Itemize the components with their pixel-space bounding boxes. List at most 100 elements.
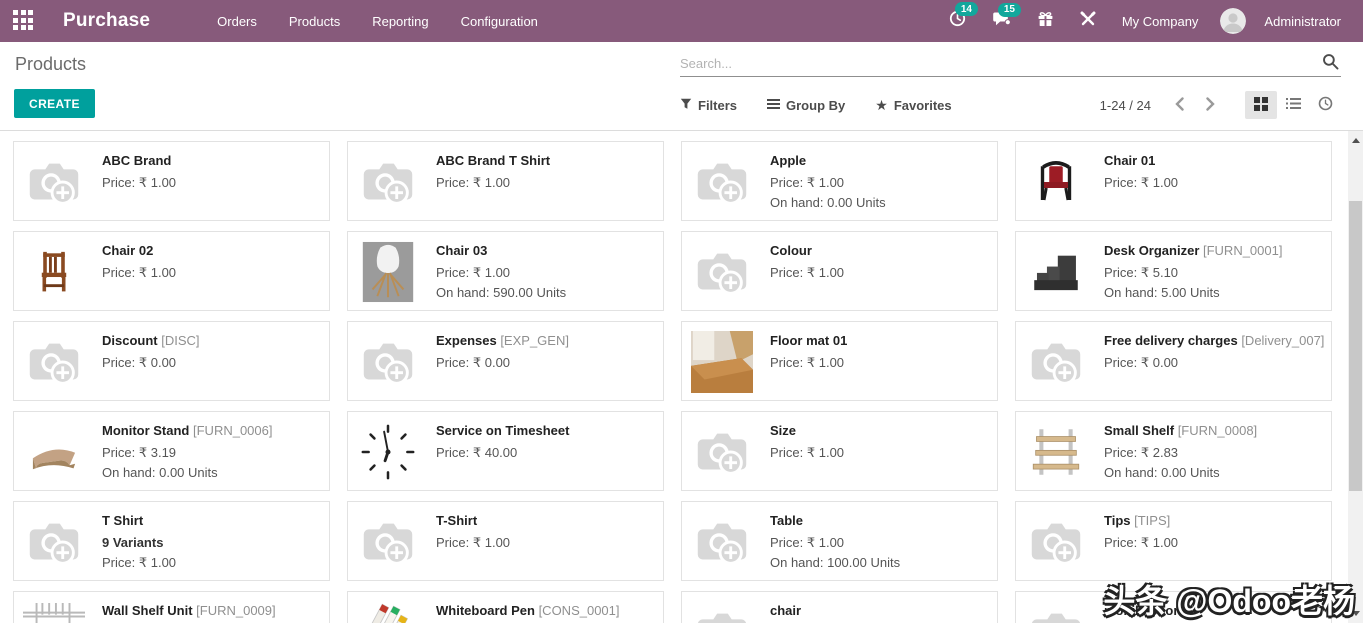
product-card[interactable]: Chair 01 Price: ₹ 1.00 [1015, 141, 1332, 221]
scroll-down-arrow[interactable] [1348, 606, 1363, 621]
product-details: Price: ₹ 1.00 [770, 353, 847, 373]
product-info: Apple Price: ₹ 1.00 On hand: 0.00 Units [762, 142, 892, 220]
menu-reporting[interactable]: Reporting [360, 8, 440, 35]
product-details: Price: ₹ 1.00 On hand: 590.00 Units [436, 263, 566, 303]
product-info: Size Price: ₹ 1.00 [762, 412, 850, 490]
list-view-button[interactable] [1277, 91, 1309, 119]
messages-badge: 15 [997, 2, 1021, 17]
product-info: Table Price: ₹ 1.00 On hand: 100.00 Units [762, 502, 906, 580]
product-card[interactable]: Free delivery charges [Delivery_007] Pri… [1015, 321, 1332, 401]
product-detail-line: On hand: 0.00 Units [770, 195, 886, 210]
avatar[interactable] [1220, 8, 1247, 34]
product-card[interactable]: Small Shelf [FURN_0008] Price: ₹ 2.83 On … [1015, 411, 1332, 491]
list-icon [1285, 97, 1301, 113]
scrollbar-thumb[interactable] [1349, 201, 1362, 491]
product-card[interactable]: Service on Timesheet Price: ₹ 40.00 [347, 411, 664, 491]
product-grid: ABC Brand Price: ₹ 1.00 ABC Brand T Shir… [13, 141, 1332, 623]
product-title: Monitor Stand [FURN_0006] [102, 423, 273, 438]
app-title[interactable]: Purchase [63, 10, 150, 32]
menu-configuration[interactable]: Configuration [449, 8, 550, 35]
product-title: Floor mat 01 [770, 333, 848, 348]
product-title: Free delivery charges [Delivery_007] [1104, 333, 1325, 348]
product-card[interactable]: Wall Shelf Unit [FURN_0009] [13, 591, 330, 623]
favorites-button[interactable]: ★ Favorites [875, 98, 951, 113]
product-detail-line: Price: ₹ 3.19 [102, 445, 177, 460]
filters-button[interactable]: Filters [680, 98, 737, 113]
product-details: Price: ₹ 3.19 On hand: 0.00 Units [102, 443, 272, 483]
product-info: Whiteboard Pen [CONS_0001] [428, 592, 626, 623]
chevron-right-icon [1206, 96, 1215, 114]
rewards-button[interactable] [1029, 6, 1062, 36]
product-card[interactable]: Whiteboard Pen [CONS_0001] [347, 591, 664, 623]
product-title: Chair 03 [436, 243, 488, 258]
product-detail-line: Price: ₹ 1.00 [1104, 535, 1179, 550]
search-input[interactable] [680, 55, 1320, 71]
product-details: Price: ₹ 1.00 [436, 533, 510, 553]
menu-products[interactable]: Products [277, 8, 352, 35]
product-card[interactable]: Chair 03 Price: ₹ 1.00 On hand: 590.00 Un… [347, 231, 664, 311]
product-card[interactable]: mobile phone [1015, 591, 1332, 623]
product-detail-line: Price: ₹ 2.83 [1104, 445, 1179, 460]
product-details: Price: ₹ 1.00 [770, 443, 844, 463]
pager-next-button[interactable] [1198, 93, 1223, 118]
favorites-label: Favorites [893, 97, 952, 113]
scroll-up-arrow[interactable] [1348, 133, 1363, 148]
product-detail-line: Price: ₹ 1.00 [770, 535, 845, 550]
groupby-label: Group By [786, 97, 846, 113]
desk-organizer-image [1024, 240, 1088, 304]
product-card[interactable]: ABC Brand Price: ₹ 1.00 [13, 141, 330, 221]
activity-view-button[interactable] [1309, 91, 1341, 119]
pager-previous-button[interactable] [1167, 93, 1192, 118]
product-card[interactable]: chair [681, 591, 998, 623]
product-card[interactable]: T Shirt 9 Variants Price: ₹ 1.00 [13, 501, 330, 581]
product-detail-line: Price: ₹ 1.00 [102, 265, 177, 280]
company-switcher[interactable]: My Company [1114, 10, 1207, 33]
messages-button[interactable]: 15 [984, 2, 1021, 36]
product-title: Colour [770, 243, 812, 258]
filters-label: Filters [698, 97, 738, 113]
tools-button[interactable] [1072, 7, 1104, 36]
product-card[interactable]: Discount [DISC] Price: ₹ 0.00 [13, 321, 330, 401]
product-card[interactable]: ABC Brand T Shirt Price: ₹ 1.00 [347, 141, 664, 221]
product-details: Price: ₹ 5.10 On hand: 5.00 Units [1104, 263, 1282, 303]
product-details: Price: ₹ 1.00 [102, 263, 176, 283]
floor-mat-image [690, 330, 754, 394]
small-shelf-image [1024, 420, 1088, 484]
product-card[interactable]: Desk Organizer [FURN_0001] Price: ₹ 5.10… [1015, 231, 1332, 311]
top-bar: Purchase Orders Products Reporting Confi… [0, 0, 1363, 42]
camera-placeholder-icon [690, 600, 754, 623]
product-card[interactable]: Table Price: ₹ 1.00 On hand: 100.00 Units [681, 501, 998, 581]
product-card[interactable]: Colour Price: ₹ 1.00 [681, 231, 998, 311]
activities-button[interactable]: 14 [941, 2, 978, 36]
product-title: Tips [TIPS] [1104, 513, 1171, 528]
chevron-left-icon [1175, 96, 1184, 114]
kanban-view-button[interactable] [1245, 91, 1277, 119]
camera-placeholder-icon [1024, 330, 1088, 394]
product-card[interactable]: Expenses [EXP_GEN] Price: ₹ 0.00 [347, 321, 664, 401]
product-card[interactable]: Apple Price: ₹ 1.00 On hand: 0.00 Units [681, 141, 998, 221]
product-card[interactable]: Monitor Stand [FURN_0006] Price: ₹ 3.19 O… [13, 411, 330, 491]
activity-clock-icon [1318, 96, 1333, 114]
apps-grid-icon[interactable] [13, 10, 35, 32]
product-title: Whiteboard Pen [CONS_0001] [436, 603, 620, 618]
product-card[interactable]: Floor mat 01 Price: ₹ 1.00 [681, 321, 998, 401]
product-info: Floor mat 01 Price: ₹ 1.00 [762, 322, 853, 400]
control-panel-row: Filters Group By ★ Favorites 1-24 / 24 [680, 90, 1341, 120]
filter-icon [680, 98, 692, 113]
kanban-view: ABC Brand Price: ₹ 1.00 ABC Brand T Shir… [0, 131, 1348, 623]
search-button[interactable] [1320, 51, 1341, 75]
page-title: Products [15, 54, 87, 74]
product-title: T Shirt [102, 513, 144, 528]
menu-orders[interactable]: Orders [205, 8, 269, 35]
product-card[interactable]: Chair 02 Price: ₹ 1.00 [13, 231, 330, 311]
product-title: Service on Timesheet [436, 423, 570, 438]
product-detail-line: Price: ₹ 5.10 [1104, 265, 1179, 280]
product-card[interactable]: Tips [TIPS] Price: ₹ 1.00 [1015, 501, 1332, 581]
product-card[interactable]: Size Price: ₹ 1.00 [681, 411, 998, 491]
product-card[interactable]: T-Shirt Price: ₹ 1.00 [347, 501, 664, 581]
product-info: Colour Price: ₹ 1.00 [762, 232, 850, 310]
user-menu[interactable]: Administrator [1256, 10, 1349, 33]
product-title: Size [770, 423, 797, 438]
groupby-button[interactable]: Group By [767, 98, 845, 113]
create-button[interactable]: CREATE [14, 89, 95, 118]
